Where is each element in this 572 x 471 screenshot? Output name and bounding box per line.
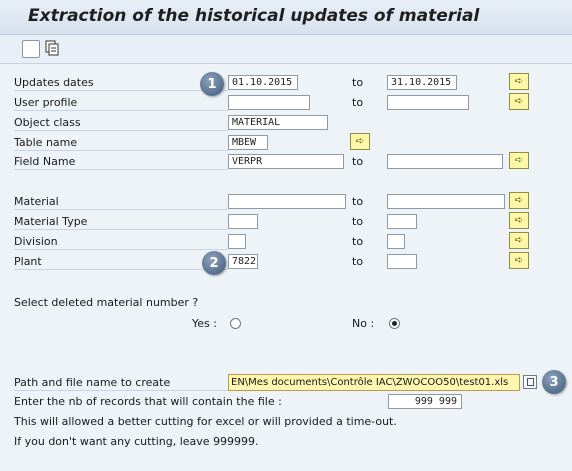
division-to-input[interactable] [387,234,405,249]
multiple-selection-button[interactable]: ➪ [509,252,529,269]
yes-radio-label: Yes : [192,317,217,330]
updates-dates-to-input[interactable]: 31.10.2015 [387,75,457,90]
title-bar: Extraction of the historical updates of … [0,0,572,35]
material-from-input[interactable] [228,194,346,209]
row-underline [14,110,228,111]
application-toolbar [0,35,572,64]
arrow-right-icon: ➪ [514,96,524,107]
row-underline [14,130,228,131]
table-name-input[interactable]: MBEW [228,135,268,150]
multiple-selection-button[interactable]: ➪ [509,212,529,229]
material-type-label: Material Type [14,215,88,228]
deleted-material-question: Select deleted material number ? [14,296,199,309]
user-profile-from-input[interactable] [228,95,310,110]
user-profile-label: User profile [14,96,78,109]
note-line-2: If you don't want any cutting, leave 999… [14,435,259,448]
division-to-label: to [352,235,364,248]
path-input[interactable]: EN\Mes documents\Contrôle IAC\ZWOCOO50\t… [228,374,520,391]
material-type-from-input[interactable] [228,214,258,229]
row-underline [14,269,228,270]
yes-radio[interactable] [230,318,241,329]
updates-dates-label: Updates dates [14,76,94,89]
copy-document-icon[interactable] [44,40,60,56]
user-profile-to-input[interactable] [387,95,469,110]
row-underline [14,209,228,210]
table-name-label: Table name [14,136,78,149]
multiple-selection-button[interactable]: ➪ [509,232,529,249]
callout-badge-2: 2 [202,251,226,275]
material-type-to-input[interactable] [387,214,417,229]
arrow-right-icon: ➪ [514,215,524,226]
page-title: Extraction of the historical updates of … [28,6,480,26]
multiple-selection-button[interactable]: ➪ [509,93,529,110]
multiple-selection-button[interactable]: ➪ [509,73,529,90]
plant-to-label: to [352,255,364,268]
arrow-right-icon: ➪ [514,235,524,246]
multiple-selection-button[interactable]: ➪ [509,152,529,169]
multiple-selection-button[interactable]: ➪ [509,192,529,209]
object-class-label: Object class [14,116,81,129]
row-underline [14,390,228,391]
green-arrow-right-icon: ➪ [514,155,524,166]
arrow-right-icon: ➪ [514,255,524,266]
field-name-label: Field Name [14,155,76,168]
row-underline [14,90,228,91]
row-underline [14,229,228,230]
material-to-input[interactable] [387,194,505,209]
row-underline [14,150,228,151]
records-label: Enter the nb of records that will contai… [14,395,282,408]
row-underline [14,249,228,250]
no-radio-label: No : [352,317,375,330]
field-name-to-input[interactable] [387,154,503,169]
object-class-input[interactable]: MATERIAL [228,115,328,130]
arrow-right-icon: ➪ [355,136,365,147]
records-input[interactable]: 999 999 [388,394,462,409]
field-name-to-label: to [352,155,364,168]
field-name-from-input[interactable]: VERPR [228,154,344,169]
division-label: Division [14,235,58,248]
path-label: Path and file name to create [14,376,171,389]
updates-dates-from-input[interactable]: 01.10.2015 [228,75,298,90]
material-type-to-label: to [352,215,364,228]
row-underline [14,169,228,170]
division-from-input[interactable] [228,234,246,249]
arrow-right-icon: ➪ [514,195,524,206]
plant-to-input[interactable] [387,254,417,269]
checkbox-icon[interactable] [22,40,40,58]
user-profile-to-label: to [352,96,364,109]
multiple-selection-button[interactable]: ➪ [350,133,370,150]
material-label: Material [14,195,59,208]
updates-dates-to-label: to [352,76,364,89]
no-radio[interactable] [389,318,400,329]
plant-from-input[interactable]: 7822 [228,254,258,269]
callout-badge-3: 3 [542,370,566,394]
file-browse-icon[interactable] [523,375,537,389]
note-line-1: This will allowed a better cutting for e… [14,415,397,428]
callout-badge-1: 1 [200,72,224,96]
arrow-right-icon: ➪ [514,76,524,87]
material-to-label: to [352,195,364,208]
plant-label: Plant [14,255,42,268]
